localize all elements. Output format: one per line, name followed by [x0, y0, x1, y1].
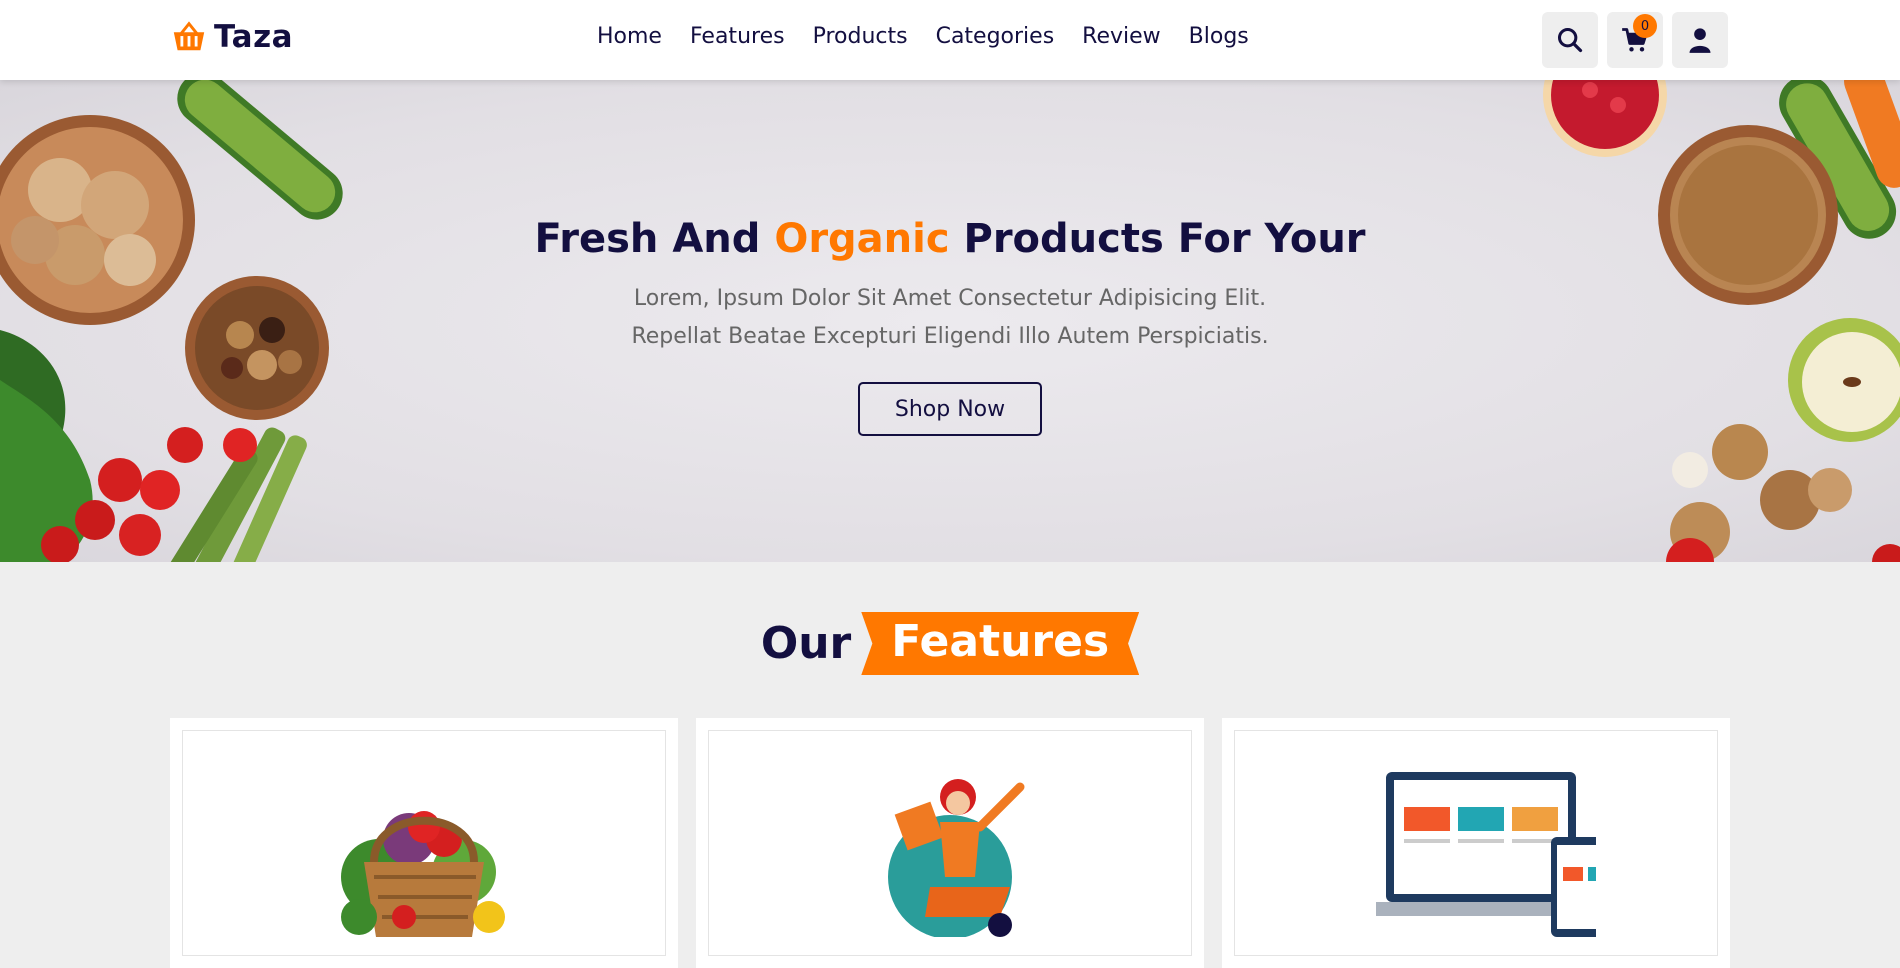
nav-blogs[interactable]: Blogs	[1189, 24, 1249, 49]
feature-card	[696, 718, 1204, 968]
main-nav: Home Features Products Categories Review…	[597, 24, 1277, 49]
cart-count-badge: 0	[1633, 14, 1657, 38]
hero-produce-left-image	[0, 80, 343, 562]
features-heading-plain: Our	[760, 618, 852, 669]
features-heading: Our Features	[0, 612, 1900, 675]
feature-card	[170, 718, 678, 968]
user-button[interactable]	[1672, 12, 1728, 68]
features-cards	[170, 718, 1730, 968]
nav-categories[interactable]: Categories	[936, 24, 1055, 49]
features-heading-highlight: Features	[861, 612, 1140, 675]
hero-produce-right-image	[1543, 80, 1900, 562]
basket-icon	[173, 21, 205, 51]
nav-products[interactable]: Products	[813, 24, 908, 49]
nav-home[interactable]: Home	[597, 24, 662, 49]
shop-now-button[interactable]: Shop Now	[858, 382, 1042, 436]
site-header: Taza Home Features Products Categories R…	[0, 0, 1900, 80]
devices-image	[1376, 772, 1596, 937]
search-button[interactable]	[1542, 12, 1598, 68]
nav-features[interactable]: Features	[690, 24, 785, 49]
hero-subtitle: Lorem, Ipsum Dolor Sit Amet Consectetur …	[631, 286, 1269, 349]
feature-card	[1222, 718, 1730, 968]
hero-title-accent: Organic	[774, 216, 950, 262]
brand-logo[interactable]: Taza	[170, 18, 293, 56]
brand-name: Taza	[214, 19, 294, 55]
header-actions: 0	[1542, 12, 1728, 68]
cart-button[interactable]: 0	[1607, 12, 1663, 68]
nav-review[interactable]: Review	[1082, 24, 1161, 49]
search-icon	[1557, 27, 1583, 53]
user-icon	[1689, 28, 1711, 53]
hero-banner: Fresh And Organic Products For Your Lore…	[0, 80, 1900, 562]
hero-title: Fresh And Organic Products For Your	[534, 216, 1366, 262]
vegetable-basket-image	[341, 811, 505, 937]
delivery-scooter-image	[888, 779, 1025, 937]
